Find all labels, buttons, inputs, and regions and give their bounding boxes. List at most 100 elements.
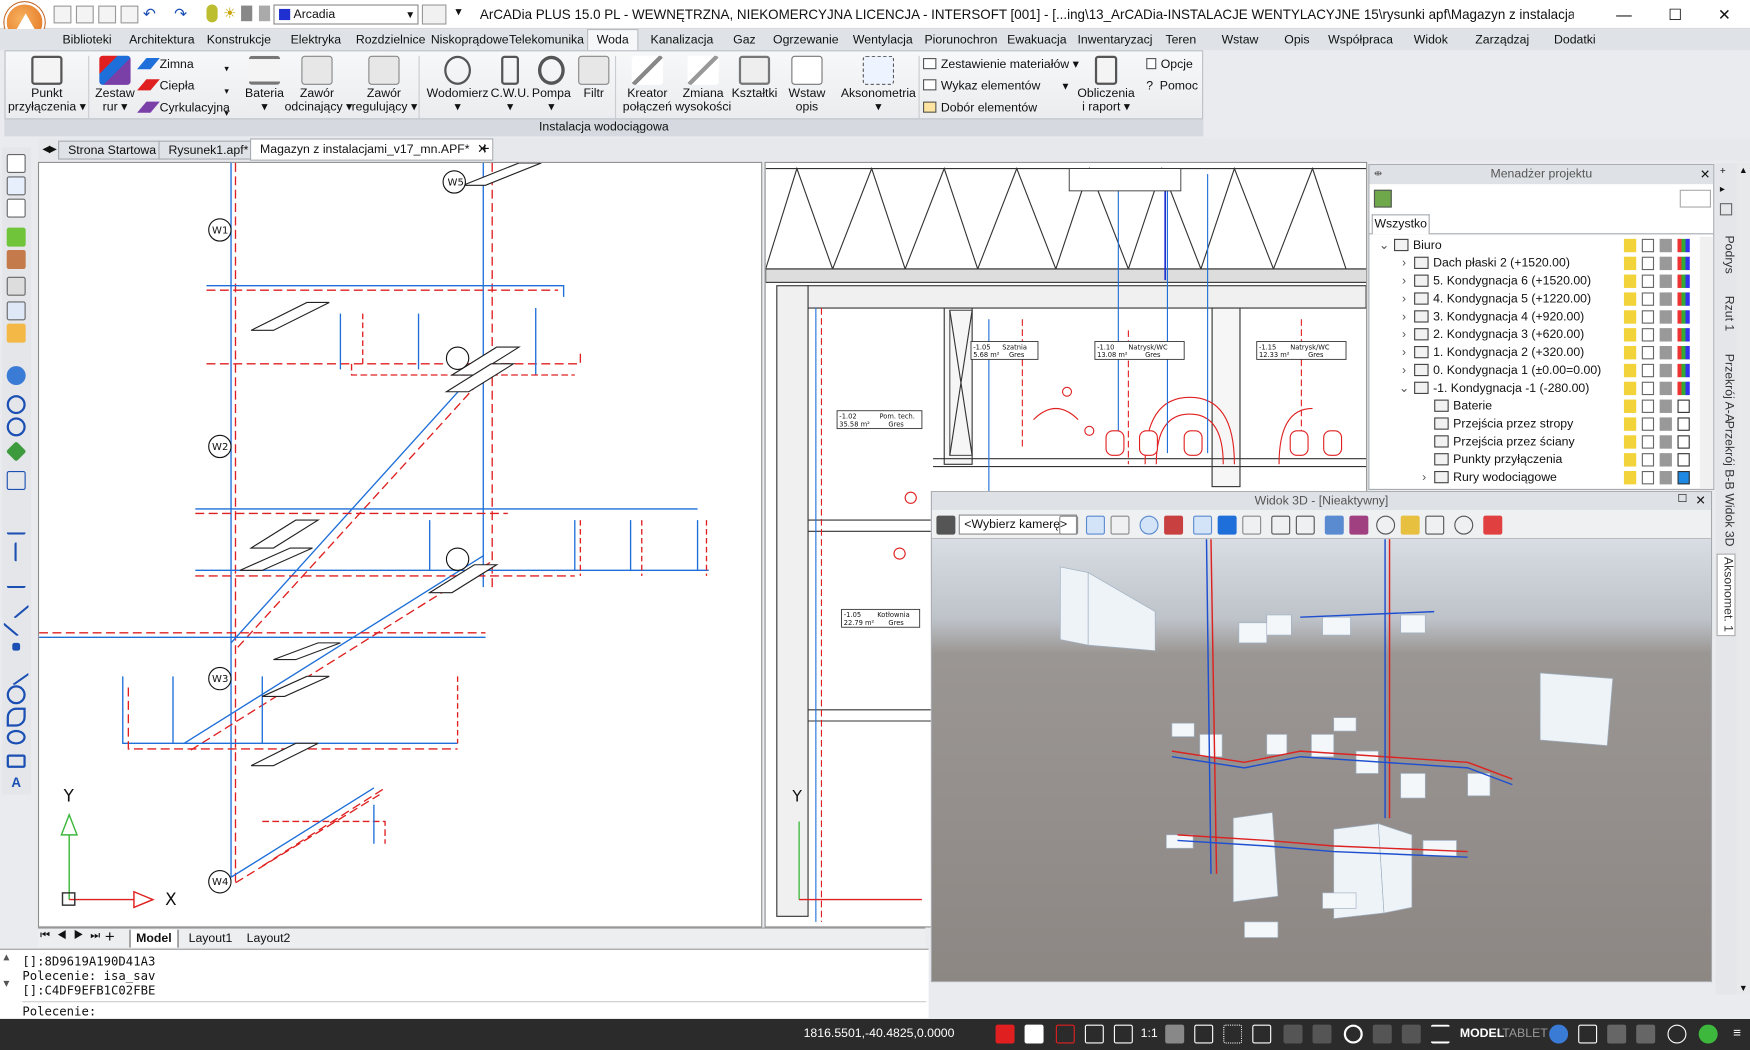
tab-inwentaryzacja[interactable]: Inwentaryzacj	[1076, 31, 1154, 49]
add-object-icon[interactable]	[1373, 189, 1392, 208]
color-icon[interactable]	[1677, 274, 1690, 288]
tree-row[interactable]: Punkty przyłączenia	[1369, 451, 1697, 469]
settings-gear-icon[interactable]	[1549, 1024, 1569, 1044]
wstaw-opis-button[interactable]: Wstaw opis	[785, 55, 830, 114]
color-icon[interactable]	[1677, 399, 1690, 413]
doc-tab-magazyn[interactable]: Magazyn z instalacjami_v17_mn.APF* ✕	[250, 138, 493, 161]
tree-expander-icon[interactable]: ⌄	[1398, 379, 1409, 397]
orbit-icon[interactable]	[1139, 515, 1159, 535]
tree-row[interactable]: Baterie	[1369, 397, 1697, 415]
tree-expander-icon[interactable]: ›	[1398, 254, 1409, 272]
lock-icon[interactable]	[1641, 381, 1655, 396]
print-3d-icon[interactable]	[1295, 515, 1315, 535]
visible-bulb-icon[interactable]	[1623, 292, 1637, 306]
aksonometria-button[interactable]: Aksonometria ▾	[838, 55, 918, 114]
close-panel-icon[interactable]: ✕	[1695, 493, 1705, 507]
print-icon[interactable]	[1659, 381, 1672, 396]
layout-tab-2[interactable]: Layout2	[241, 930, 296, 948]
tree-expander-icon[interactable]: ›	[1398, 362, 1409, 380]
layout-tab-1[interactable]: Layout1	[183, 930, 238, 948]
view-icon[interactable]	[6, 301, 26, 321]
zoom-icon[interactable]	[6, 395, 26, 415]
layer-manager-button[interactable]	[421, 4, 447, 25]
tab-architektura[interactable]: Architektura	[125, 31, 199, 49]
lock-icon[interactable]	[1641, 470, 1655, 485]
window-icon[interactable]	[1607, 1024, 1627, 1044]
maximize-button[interactable]: ☐	[1650, 0, 1701, 29]
visible-bulb-icon[interactable]	[1623, 470, 1637, 485]
arc-icon[interactable]	[6, 707, 26, 727]
tab-gaz[interactable]: Gaz	[728, 31, 761, 49]
color-icon[interactable]	[1677, 345, 1690, 360]
tree-row[interactable]: › Dach płaski 2 (+1520.00)	[1369, 254, 1697, 272]
green-tool-icon[interactable]	[6, 227, 26, 247]
lock-icon[interactable]	[1641, 238, 1655, 253]
ucs-icon[interactable]	[1113, 1024, 1133, 1044]
color-icon[interactable]	[1677, 310, 1690, 324]
close-button[interactable]: ✕	[1699, 0, 1750, 29]
color-icon[interactable]	[1677, 256, 1690, 271]
print-icon[interactable]	[1659, 345, 1672, 360]
visible-bulb-icon[interactable]	[1623, 399, 1637, 413]
obliczenia-raport-button[interactable]: Obliczenia i raport ▾	[1075, 55, 1138, 114]
export-icon[interactable]	[1483, 515, 1503, 535]
material-icon[interactable]	[6, 250, 26, 269]
walls-icon[interactable]	[1164, 515, 1184, 535]
scroll-down-icon[interactable]: ▼	[1739, 983, 1748, 993]
cmd-scroll-up-icon[interactable]: ▲	[3, 952, 9, 963]
viewport-icon[interactable]	[1636, 1024, 1656, 1044]
layers-icon[interactable]	[6, 198, 26, 218]
grid-icon[interactable]	[1223, 1024, 1243, 1044]
tree-expander-icon[interactable]: ›	[1398, 308, 1409, 326]
zoom-in-icon[interactable]	[1085, 515, 1105, 535]
print-icon[interactable]	[1659, 399, 1672, 413]
color-icon[interactable]	[1677, 453, 1690, 467]
scale-readout[interactable]: 1:1	[1141, 1027, 1158, 1040]
lock-icon[interactable]	[1641, 256, 1655, 271]
visible-bulb-icon[interactable]	[1623, 345, 1637, 360]
tab-rozdzielnice[interactable]: Rozdzielnice	[353, 31, 429, 49]
close-panel-icon[interactable]: ✕	[1700, 167, 1710, 182]
print-icon[interactable]	[1659, 470, 1672, 485]
layer-select[interactable]: Arcadia ▼	[273, 4, 419, 25]
command-prompt[interactable]: Polecenie:	[22, 1001, 927, 1019]
tab-kanalizacja[interactable]: Kanalizacja	[647, 31, 716, 49]
tree-expander-icon[interactable]: ›	[1398, 290, 1409, 308]
side-tab-przekroj-b[interactable]: Przekrój B-B	[1717, 411, 1735, 500]
tab-widok[interactable]: Widok	[1409, 31, 1454, 49]
visible-bulb-icon[interactable]	[1623, 274, 1637, 288]
lineweight-icon[interactable]	[1401, 1024, 1421, 1044]
tab-ogrzewanie[interactable]: Ogrzewanie	[770, 31, 841, 49]
tab-piorunochron[interactable]: Piorunochron	[922, 31, 1000, 49]
tree-row[interactable]: › 5. Kondygnacja 6 (+1520.00)	[1369, 272, 1697, 290]
construction-line-icon[interactable]	[6, 569, 26, 589]
cmd-scroll-down-icon[interactable]: ▼	[3, 979, 9, 990]
tab-niskopradowe[interactable]: Niskoprądowe	[431, 31, 509, 49]
punkt-przylaczenia-button[interactable]: Punkt przyłączenia ▾	[8, 55, 86, 114]
visible-bulb-icon[interactable]	[1623, 256, 1637, 271]
tree-scrollbar[interactable]	[1699, 236, 1714, 489]
snap-grid-icon[interactable]	[1252, 1024, 1272, 1044]
add-layout-icon[interactable]: +	[105, 927, 115, 946]
cleanscreen-icon[interactable]	[1578, 1024, 1598, 1044]
pipe-hot-button[interactable]: Ciepła	[137, 77, 194, 95]
tab-ewakuacja[interactable]: Ewakuacja	[1004, 31, 1069, 49]
vertical-line-icon[interactable]	[14, 542, 18, 562]
point-icon[interactable]	[12, 642, 21, 651]
section-icon[interactable]	[1324, 515, 1344, 535]
cwu-button[interactable]: C.W.U. ▾	[490, 55, 530, 114]
tab-wszystko[interactable]: Wszystko	[1371, 214, 1430, 235]
lock-icon[interactable]	[1641, 363, 1655, 378]
zoom-out-icon[interactable]	[1110, 515, 1130, 535]
camera-icon[interactable]	[936, 515, 956, 535]
crosshair-icon[interactable]	[1055, 1024, 1075, 1044]
save-icon[interactable]	[98, 5, 117, 24]
visible-bulb-icon[interactable]	[1623, 310, 1637, 324]
lock-icon[interactable]	[1641, 453, 1655, 467]
check-icon[interactable]	[1698, 1024, 1718, 1044]
line-icon[interactable]	[6, 516, 26, 535]
tree-row[interactable]: › 4. Kondygnacja 5 (+1220.00)	[1369, 290, 1697, 308]
lock-icon[interactable]	[1641, 345, 1655, 360]
regen-icon[interactable]	[6, 366, 26, 386]
tree-row[interactable]: › 2. Kondygnacja 3 (+620.00)	[1369, 326, 1697, 344]
